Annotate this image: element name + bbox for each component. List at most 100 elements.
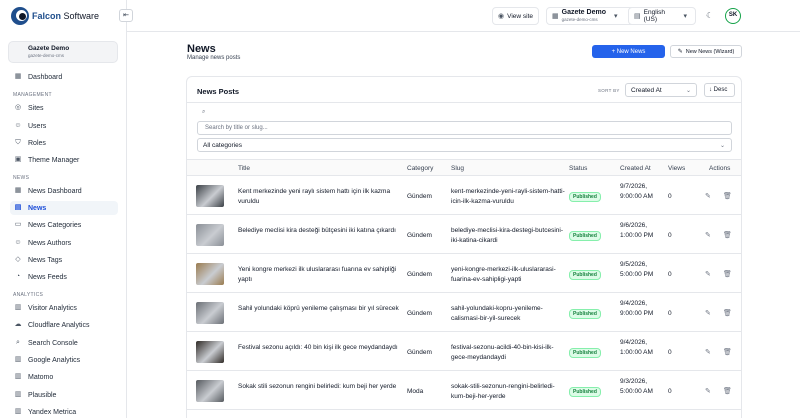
edit-icon[interactable]: ✎ xyxy=(705,270,711,278)
column-slug[interactable]: Slug xyxy=(451,165,464,172)
column-category[interactable]: Category xyxy=(407,165,433,172)
row-created-at: 9/4/2026, 1:00:00 AM xyxy=(620,339,653,356)
delete-icon[interactable]: 🗑 xyxy=(723,231,732,239)
chart-icon: ▥ xyxy=(14,356,22,363)
category-filter[interactable]: All categories ⌄ xyxy=(197,138,732,152)
brand[interactable]: Falcon Software xyxy=(11,7,99,25)
edit-icon[interactable]: ✎ xyxy=(705,348,711,356)
edit-icon[interactable]: ✎ xyxy=(705,309,711,317)
sort-select[interactable]: Created At ⌄ xyxy=(625,83,697,97)
row-created-at: 9/6/2026, 1:00:00 PM xyxy=(620,222,654,239)
search-input[interactable]: Search by title or slug... xyxy=(197,121,732,135)
row-views: 0 xyxy=(668,349,672,356)
card-title: News Posts xyxy=(197,87,240,96)
column-status[interactable]: Status xyxy=(569,165,587,172)
sidebar-item-yandex-metrica[interactable]: ▥ Yandex Metrica xyxy=(10,405,118,418)
table-header: Title Category Slug Status Created At Vi… xyxy=(187,159,741,176)
table-row[interactable]: Sahil yolundaki köprü yenileme çalışması… xyxy=(187,294,741,332)
row-slug: sahil-yolundaki-kopru-yenileme-calismasi… xyxy=(451,305,543,322)
news-thumbnail xyxy=(196,185,224,207)
table-row[interactable]: Kent merkezinde yeni raylı sistem hattı … xyxy=(187,177,741,215)
delete-icon[interactable]: 🗑 xyxy=(723,270,732,278)
sidebar-item-sites[interactable]: ◎ Sites xyxy=(10,101,118,115)
sidebar-item-news-tags[interactable]: ◇ News Tags xyxy=(10,253,118,267)
table-row[interactable]: Festival sezonu açıldı: 40 bin kişi ilk … xyxy=(187,333,741,371)
row-created-at: 9/7/2026, 9:00:00 AM xyxy=(620,183,653,200)
page-title: News xyxy=(187,43,216,55)
chevron-down-icon: ⌄ xyxy=(685,88,691,94)
edit-icon[interactable]: ✎ xyxy=(705,231,711,239)
column-created-at[interactable]: Created At xyxy=(620,165,651,172)
column-views[interactable]: Views xyxy=(668,165,685,172)
collapse-sidebar-icon: ⇤ xyxy=(123,12,129,19)
edit-icon[interactable]: ✎ xyxy=(705,387,711,395)
row-created-at: 9/5/2026, 5:00:00 PM xyxy=(620,261,654,278)
row-category: Gündem xyxy=(407,271,432,278)
search-icon: ⌕ xyxy=(202,109,206,115)
row-category: Gündem xyxy=(407,310,432,317)
news-thumbnail xyxy=(196,224,224,246)
sidebar-item-cloudflare-analytics[interactable]: ☁ Cloudflare Analytics xyxy=(10,318,118,332)
sidebar-item-roles[interactable]: ⛉ Roles xyxy=(10,136,118,150)
row-title[interactable]: Sokak stili sezonun rengini belirledi: k… xyxy=(238,382,403,392)
sidebar-collapse-button[interactable]: ⇤ xyxy=(119,9,133,22)
cloud-icon: ☁ xyxy=(14,321,22,328)
sidebar-item-news-categories[interactable]: ▭ News Categories xyxy=(10,218,118,232)
table-row[interactable]: Sokak stili sezonun rengini belirledi: k… xyxy=(187,372,741,410)
status-badge: Published xyxy=(569,270,601,280)
row-category: Gündem xyxy=(407,193,432,200)
status-badge: Published xyxy=(569,309,601,319)
row-views: 0 xyxy=(668,310,672,317)
sidebar-item-users[interactable]: ☺ Users xyxy=(10,119,118,133)
tenant-slug: gazete-demo-cms xyxy=(28,53,65,58)
row-title[interactable]: Kent merkezinde yeni raylı sistem hattı … xyxy=(238,187,403,206)
sidebar-item-theme-manager[interactable]: ▣ Theme Manager xyxy=(10,153,118,167)
news-thumbnail xyxy=(196,380,224,402)
sidebar-item-search-console[interactable]: ⌕ Search Console xyxy=(10,336,118,350)
moon-icon[interactable]: ☾ xyxy=(706,11,713,20)
delete-icon[interactable]: 🗑 xyxy=(723,387,732,395)
new-news-wizard-button[interactable]: ✎ New News (Wizard) xyxy=(670,45,742,58)
table-row[interactable]: Yeni kongre merkezi ilk uluslararası fua… xyxy=(187,255,741,293)
language-selector[interactable]: ▤ English (US) ▾ xyxy=(628,7,696,25)
sidebar-item-news-dashboard[interactable]: ▦ News Dashboard xyxy=(10,184,118,198)
row-slug: kent-merkezinde-yeni-rayli-sistem-hatti-… xyxy=(451,188,565,205)
view-site-button[interactable]: ◉ View site xyxy=(492,7,539,25)
row-title[interactable]: Festival sezonu açıldı: 40 bin kişi ilk … xyxy=(238,343,403,353)
palette-icon: ▣ xyxy=(14,156,22,163)
new-news-button[interactable]: + New News xyxy=(592,45,665,58)
row-title[interactable]: Belediye meclisi kira desteği bütçesini … xyxy=(238,226,403,236)
sidebar-item-google-analytics[interactable]: ▥ Google Analytics xyxy=(10,353,118,367)
row-slug: sokak-stili-sezonun-rengini-belirledi-ku… xyxy=(451,383,555,400)
grid-icon: ▦ xyxy=(14,73,22,80)
row-title[interactable]: Yeni kongre merkezi ilk uluslararası fua… xyxy=(238,265,403,284)
eye-icon: ◉ xyxy=(498,13,505,20)
delete-icon[interactable]: 🗑 xyxy=(723,348,732,356)
sidebar-item-dashboard[interactable]: ▦ Dashboard xyxy=(10,70,118,84)
chevron-down-icon: ▾ xyxy=(613,13,618,20)
sidebar-item-visitor-analytics[interactable]: ▥ Visitor Analytics xyxy=(10,301,118,315)
edit-icon[interactable]: ✎ xyxy=(705,192,711,200)
delete-icon[interactable]: 🗑 xyxy=(723,192,732,200)
row-slug: yeni-kongre-merkezi-ilk-uluslararasi-fua… xyxy=(451,266,556,283)
tag-icon: ◇ xyxy=(15,256,21,263)
chevron-down-icon: ⌄ xyxy=(719,143,725,149)
user-avatar[interactable]: SK xyxy=(725,8,741,24)
status-badge: Published xyxy=(569,192,601,202)
sidebar-item-news-feeds[interactable]: ◔ News Feeds xyxy=(10,270,118,284)
tenant-switcher-slug: gazete-demo-cms xyxy=(561,17,598,22)
app-root: Falcon Software Gazete Demo gazete-demo-… xyxy=(0,0,800,418)
page-subtitle: Manage news posts xyxy=(187,55,241,61)
sidebar-item-news[interactable]: ▤ News xyxy=(10,201,118,215)
row-title[interactable]: Sahil yolundaki köprü yenileme çalışması… xyxy=(238,304,403,314)
status-badge: Published xyxy=(569,231,601,241)
sidebar-item-plausible[interactable]: ▥ Plausible xyxy=(10,388,118,402)
sidebar-item-matomo[interactable]: ▥ Matomo xyxy=(10,370,118,384)
sidebar-item-news-authors[interactable]: ☺ News Authors xyxy=(10,236,118,250)
tenant-card[interactable]: Gazete Demo gazete-demo-cms xyxy=(8,41,118,63)
delete-icon[interactable]: 🗑 xyxy=(723,309,732,317)
status-badge: Published xyxy=(569,387,601,397)
column-title[interactable]: Title xyxy=(238,165,250,172)
sort-direction-button[interactable]: ↓ Desc xyxy=(704,83,735,97)
table-row[interactable]: Belediye meclisi kira desteği bütçesini … xyxy=(187,216,741,254)
